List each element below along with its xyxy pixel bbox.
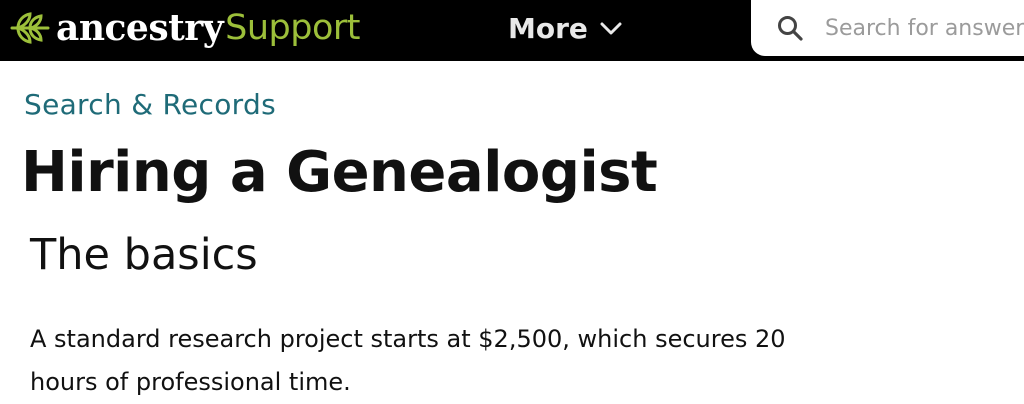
article-paragraph: A standard research project starts at $2… xyxy=(30,325,786,396)
leaf-icon xyxy=(10,12,50,44)
chevron-down-icon xyxy=(600,22,622,35)
top-navigation-bar: ancestry Support More xyxy=(0,0,1024,61)
breadcrumb-search-records[interactable]: Search & Records xyxy=(24,88,276,121)
more-menu-label: More xyxy=(508,11,588,45)
ancestry-support-logo[interactable]: ancestry Support xyxy=(8,4,360,52)
brand-name: ancestry xyxy=(56,7,224,49)
brand-sub-name: Support xyxy=(225,7,360,48)
page-title: Hiring a Genealogist xyxy=(21,140,658,205)
search-input[interactable] xyxy=(825,15,1024,41)
section-heading: The basics xyxy=(30,230,258,280)
search-icon[interactable] xyxy=(777,15,803,41)
search-box xyxy=(751,0,1024,56)
more-menu-button[interactable]: More xyxy=(508,11,622,45)
